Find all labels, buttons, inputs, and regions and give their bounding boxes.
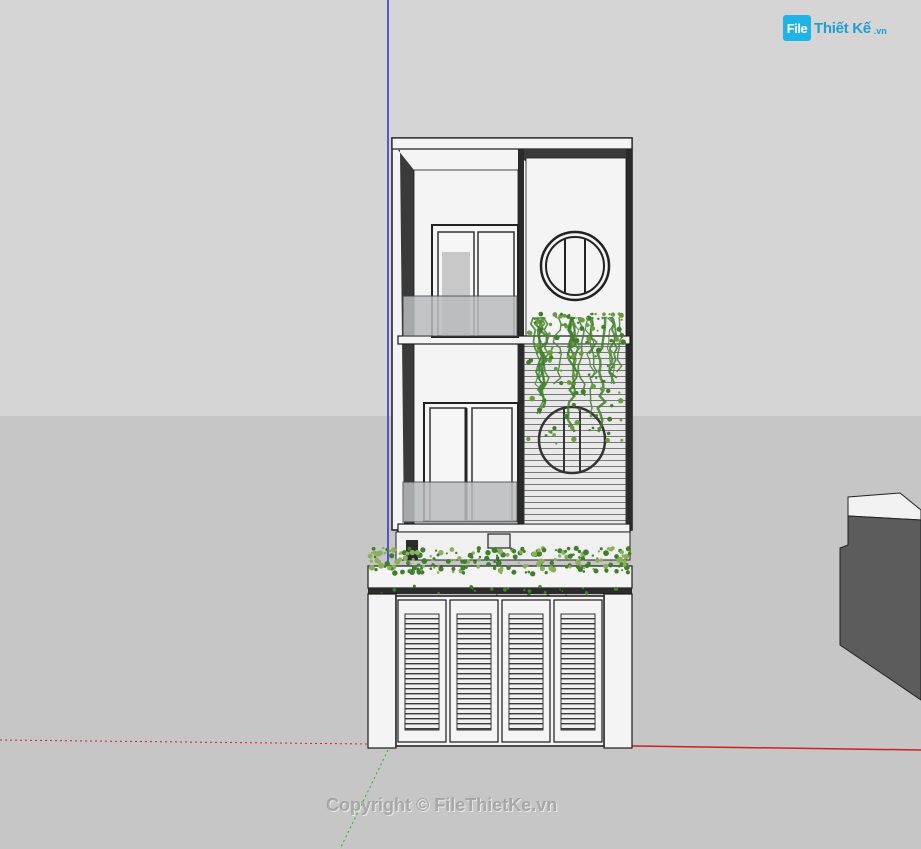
brand-logo: File Thiết Kế .vn [783,14,893,42]
folding-gate[interactable] [395,595,605,747]
copyright-watermark: Copyright © FileThietKe.vn [326,795,558,815]
sketchup-viewport[interactable]: File Thiết Kế .vn Copyright © FileThietK… [0,0,921,849]
townhouse-model[interactable] [367,137,633,749]
lower-glass-railing [402,481,518,523]
left-gate-pillar [367,593,397,749]
logo-mark: File [783,15,811,41]
right-gate-pillar [603,593,633,749]
logo-tld: .vn [873,26,887,36]
ac-unit [487,533,511,549]
round-window[interactable] [539,230,611,302]
upper-glass-railing [402,295,518,337]
model-scene[interactable] [0,0,921,849]
floor-slab-2 [397,523,631,533]
logo-word: Thiết Kế [814,19,871,37]
planter-fascia [368,588,632,594]
roof-slab [391,137,633,150]
